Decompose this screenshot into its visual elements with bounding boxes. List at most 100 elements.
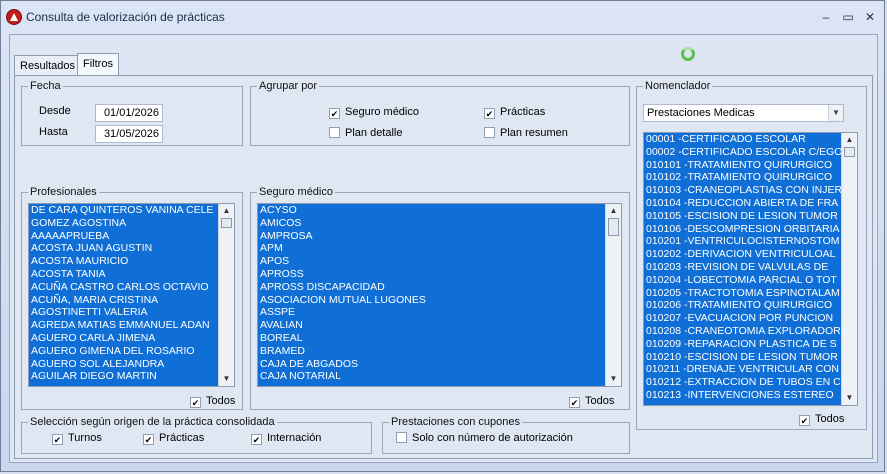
- checkbox-unchecked-icon: [484, 127, 495, 138]
- list-item[interactable]: GOMEZ AGOSTINA: [29, 217, 218, 230]
- list-item[interactable]: 010207 -EVACUACION POR PUNCION: [644, 312, 841, 325]
- agrupar-practicas-checkbox[interactable]: ✔ Prácticas: [484, 106, 545, 119]
- list-item[interactable]: APROSS: [258, 268, 605, 281]
- list-item[interactable]: ACUÑA, MARIA CRISTINA: [29, 294, 218, 307]
- list-item[interactable]: AVALIAN: [258, 319, 605, 332]
- list-item[interactable]: 010209 -REPARACION PLASTICA DE S: [644, 338, 841, 351]
- list-item[interactable]: AMICOS: [258, 217, 605, 230]
- list-item[interactable]: 010102 -TRATAMIENTO QUIRURGICO: [644, 171, 841, 184]
- loading-spinner-icon: [681, 47, 695, 61]
- list-item[interactable]: 010212 -EXTRACCION DE TUBOS EN C: [644, 376, 841, 389]
- agrupar-plan-resumen-checkbox[interactable]: Plan resumen: [484, 127, 568, 139]
- maximize-button[interactable]: ▭: [838, 8, 858, 26]
- list-item[interactable]: 010206 -TRATAMIENTO QUIRURGICO: [644, 299, 841, 312]
- desde-input[interactable]: 01/01/2026: [95, 104, 163, 122]
- seguro-todos-checkbox[interactable]: ✔ Todos: [569, 395, 614, 408]
- scroll-thumb[interactable]: [221, 218, 232, 228]
- tab-filtros[interactable]: Filtros: [77, 53, 119, 75]
- list-item[interactable]: 010202 -DERIVACION VENTRICULOAL: [644, 248, 841, 261]
- list-item[interactable]: APM: [258, 242, 605, 255]
- scroll-up-icon[interactable]: ▲: [842, 133, 857, 147]
- list-item[interactable]: AGOSTINETTI VALERIA: [29, 306, 218, 319]
- list-item[interactable]: DE CARA QUINTEROS VANINA CELE: [29, 204, 218, 217]
- cupones-solo-checkbox[interactable]: Solo con número de autorización: [396, 432, 573, 444]
- list-item[interactable]: 010208 -CRANEOTOMIA EXPLORADOR: [644, 325, 841, 338]
- list-item[interactable]: 010106 -DESCOMPRESION ORBITARIA: [644, 223, 841, 236]
- list-item[interactable]: AGUERO CARLA JIMENA: [29, 332, 218, 345]
- title-bar: Consulta de valorización de prácticas – …: [1, 1, 886, 33]
- list-item[interactable]: 010213 -INTERVENCIONES ESTEREO: [644, 389, 841, 402]
- list-item[interactable]: AGUILAR DIEGO MARTIN: [29, 370, 218, 383]
- list-item[interactable]: 010101 -TRATAMIENTO QUIRURGICO: [644, 159, 841, 172]
- profesionales-legend: Profesionales: [30, 186, 97, 198]
- list-item[interactable]: APOS: [258, 255, 605, 268]
- nomenclador-scrollbar[interactable]: ▲ ▼: [841, 133, 857, 405]
- close-button[interactable]: ✕: [860, 8, 880, 26]
- checkbox-checked-icon: ✔: [484, 108, 495, 119]
- seguro-legend: Seguro médico: [259, 186, 333, 198]
- list-item[interactable]: CAJA NOTARIAL: [258, 370, 605, 383]
- list-item[interactable]: AGUERO GIMENA DEL ROSARIO: [29, 345, 218, 358]
- scroll-thumb[interactable]: [608, 218, 619, 236]
- origen-group: Selección según origen de la práctica co…: [21, 416, 372, 454]
- list-item[interactable]: ACOSTA JUAN AGUSTIN: [29, 242, 218, 255]
- list-item[interactable]: 00001 -CERTIFICADO ESCOLAR: [644, 133, 841, 146]
- filtros-panel: Fecha Desde 01/01/2026 Hasta 31/05/2026 …: [14, 75, 873, 459]
- main-window: Consulta de valorización de prácticas – …: [0, 0, 885, 472]
- scroll-down-icon[interactable]: ▼: [842, 391, 857, 405]
- list-item[interactable]: ACYSO: [258, 204, 605, 217]
- list-item[interactable]: 010210 -ESCISION DE LESION TUMOR: [644, 351, 841, 364]
- agrupar-plan-detalle-checkbox[interactable]: Plan detalle: [329, 127, 403, 139]
- nomenclador-group: Nomenclador Prestaciones Medicas ▼ 00001…: [636, 80, 867, 430]
- desde-label: Desde: [39, 105, 71, 117]
- chevron-down-icon[interactable]: ▼: [828, 105, 843, 121]
- app-logo-icon: [6, 9, 22, 25]
- scroll-down-icon[interactable]: ▼: [606, 372, 621, 386]
- list-item[interactable]: APROSS DISCAPACIDAD: [258, 281, 605, 294]
- agrupar-seguro-checkbox[interactable]: ✔ Seguro médico: [329, 106, 419, 119]
- checkbox-checked-icon: ✔: [569, 397, 580, 408]
- profesionales-group: Profesionales DE CARA QUINTEROS VANINA C…: [21, 186, 243, 410]
- list-item[interactable]: 010103 -CRANEOPLASTIAS CON INJER: [644, 184, 841, 197]
- list-item[interactable]: ACOSTA TANIA: [29, 268, 218, 281]
- hasta-input[interactable]: 31/05/2026: [95, 125, 163, 143]
- list-item[interactable]: 010104 -REDUCCION ABIERTA DE FRA: [644, 197, 841, 210]
- list-item[interactable]: 010105 -ESCISION DE LESION TUMOR: [644, 210, 841, 223]
- origen-practicas-checkbox[interactable]: ✔ Prácticas: [143, 432, 204, 445]
- list-item[interactable]: AGREDA MATIAS EMMANUEL ADAN: [29, 319, 218, 332]
- list-item[interactable]: 010211 -DRENAJE VENTRICULAR CON: [644, 363, 841, 376]
- seguro-list[interactable]: ACYSO AMICOS AMPROSA APM APOS APROSS APR…: [257, 203, 622, 387]
- list-item[interactable]: CAJA DE ABGADOS: [258, 358, 605, 371]
- tab-resultados[interactable]: Resultados: [14, 55, 82, 75]
- nomenclador-select[interactable]: Prestaciones Medicas ▼: [643, 104, 844, 122]
- scroll-up-icon[interactable]: ▲: [219, 204, 234, 218]
- list-item[interactable]: ACOSTA MAURICIO: [29, 255, 218, 268]
- list-item[interactable]: 00002 -CERTIFICADO ESCOLAR C/EGO: [644, 146, 841, 159]
- origen-internacion-checkbox[interactable]: ✔ Internación: [251, 432, 321, 445]
- nomenclador-list[interactable]: 00001 -CERTIFICADO ESCOLAR 00002 -CERTIF…: [643, 132, 858, 406]
- scroll-thumb[interactable]: [844, 147, 855, 157]
- list-item[interactable]: AMPROSA: [258, 230, 605, 243]
- minimize-button[interactable]: –: [816, 8, 836, 26]
- window-title: Consulta de valorización de prácticas: [26, 10, 225, 24]
- profesionales-scrollbar[interactable]: ▲ ▼: [218, 204, 234, 386]
- list-item[interactable]: ACUÑA CASTRO CARLOS OCTAVIO: [29, 281, 218, 294]
- scroll-down-icon[interactable]: ▼: [219, 372, 234, 386]
- list-item[interactable]: BRAMED: [258, 345, 605, 358]
- seguro-scrollbar[interactable]: ▲ ▼: [605, 204, 621, 386]
- list-item[interactable]: ASOCIACION MUTUAL LUGONES: [258, 294, 605, 307]
- list-item[interactable]: AGUERO SOL ALEJANDRA: [29, 358, 218, 371]
- list-item[interactable]: AAAAAPRUEBA: [29, 230, 218, 243]
- list-item[interactable]: 010205 -TRACTOTOMIA ESPINOTALAM: [644, 287, 841, 300]
- list-item[interactable]: 010203 -REVISION DE VALVULAS DE: [644, 261, 841, 274]
- list-item[interactable]: ASSPE: [258, 306, 605, 319]
- list-item[interactable]: 010204 -LOBECTOMIA PARCIAL O TOT: [644, 274, 841, 287]
- fecha-group: Fecha Desde 01/01/2026 Hasta 31/05/2026: [21, 80, 243, 146]
- profesionales-list[interactable]: DE CARA QUINTEROS VANINA CELE GOMEZ AGOS…: [28, 203, 235, 387]
- list-item[interactable]: BOREAL: [258, 332, 605, 345]
- scroll-up-icon[interactable]: ▲: [606, 204, 621, 218]
- profesionales-todos-checkbox[interactable]: ✔ Todos: [190, 395, 235, 408]
- nomenclador-todos-checkbox[interactable]: ✔ Todos: [799, 413, 844, 426]
- origen-turnos-checkbox[interactable]: ✔ Turnos: [52, 432, 102, 445]
- list-item[interactable]: 010201 -VENTRICULOCISTERNOSTOM: [644, 235, 841, 248]
